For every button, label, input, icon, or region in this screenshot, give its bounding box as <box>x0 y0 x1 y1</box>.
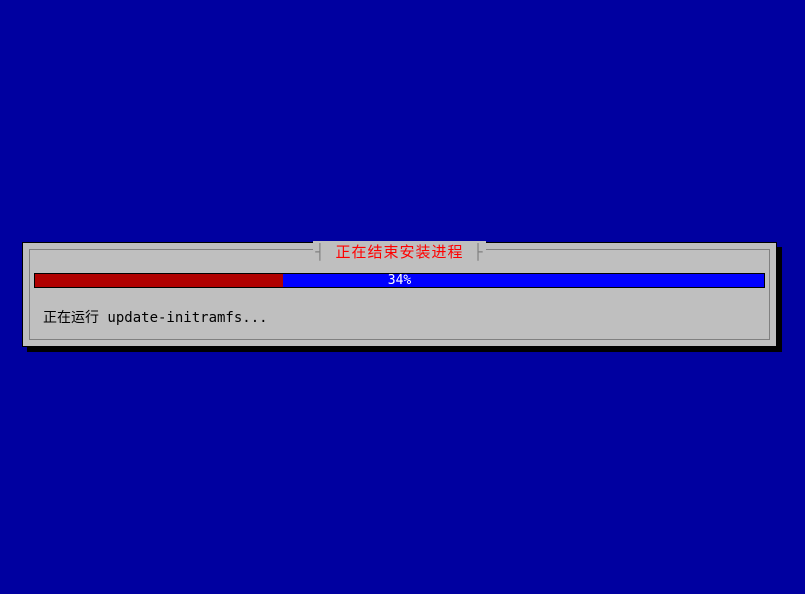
progress-percent-text: 34% <box>35 274 764 287</box>
installer-dialog: ┤ 正在结束安装进程 ├ 34% 正在运行 update-initramfs..… <box>22 242 777 347</box>
status-text: 正在运行 update-initramfs... <box>43 307 268 327</box>
dialog-title-wrapper: ┤ 正在结束安装进程 ├ <box>30 241 769 262</box>
progress-bar: 34% <box>34 273 765 288</box>
dialog-title: ┤ 正在结束安装进程 ├ <box>313 241 485 262</box>
